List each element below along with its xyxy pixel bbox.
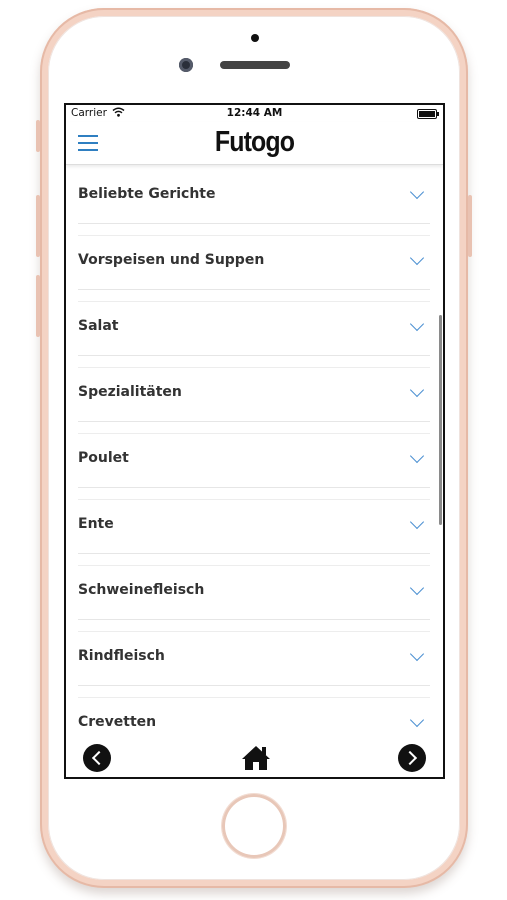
volume-down-button [36, 275, 40, 337]
battery-icon [417, 109, 439, 119]
category-row-salat[interactable]: Salat [78, 299, 430, 356]
category-row-spezialitaeten[interactable]: Spezialitäten [78, 365, 430, 422]
category-row-rindfleisch[interactable]: Rindfleisch [78, 629, 430, 686]
app-header: Futogo [66, 122, 443, 165]
chevron-down-icon [409, 184, 425, 200]
category-row-schweinefleisch[interactable]: Schweinefleisch [78, 563, 430, 620]
category-row-poulet[interactable]: Poulet [78, 431, 430, 488]
category-label: Rindfleisch [78, 648, 165, 664]
category-label: Spezialitäten [78, 384, 182, 400]
status-time: 12:44 AM [226, 107, 283, 119]
phone-home-button[interactable] [222, 794, 286, 858]
category-label: Poulet [78, 450, 129, 466]
power-button [468, 195, 472, 257]
chevron-down-icon [409, 382, 425, 398]
category-label: Schweinefleisch [78, 582, 205, 598]
front-camera [179, 58, 193, 72]
category-label: Crevetten [78, 714, 157, 730]
category-list: Beliebte Gerichte Vorspeisen und Suppen … [66, 165, 443, 735]
silent-switch [36, 120, 40, 152]
footer-nav [66, 735, 443, 777]
chevron-right-icon[interactable] [398, 744, 426, 772]
app-logo: Futogo [214, 126, 295, 158]
proximity-sensor [251, 34, 259, 42]
chevron-down-icon [409, 514, 425, 530]
category-row-ente[interactable]: Ente [78, 497, 430, 554]
category-label: Beliebte Gerichte [78, 186, 216, 202]
category-label: Salat [78, 318, 119, 334]
earpiece-speaker [220, 61, 290, 69]
home-icon[interactable] [241, 744, 271, 772]
chevron-down-icon [409, 712, 425, 728]
category-label: Vorspeisen und Suppen [78, 252, 265, 268]
category-row-crevetten[interactable]: Crevetten [78, 695, 430, 735]
chevron-down-icon [409, 448, 425, 464]
status-bar: Carrier 12:44 AM [66, 105, 443, 122]
app-screen: Carrier 12:44 AM Futogo Beliebte Gericht… [64, 103, 445, 779]
chevron-left-icon[interactable] [83, 744, 111, 772]
volume-up-button [36, 195, 40, 257]
chevron-down-icon [409, 316, 425, 332]
scrollbar[interactable] [439, 315, 442, 525]
chevron-down-icon [409, 250, 425, 266]
category-row-beliebte-gerichte[interactable]: Beliebte Gerichte [78, 167, 430, 224]
chevron-down-icon [409, 580, 425, 596]
category-label: Ente [78, 516, 114, 532]
category-row-vorspeisen-und-suppen[interactable]: Vorspeisen und Suppen [78, 233, 430, 290]
chevron-down-icon [409, 646, 425, 662]
